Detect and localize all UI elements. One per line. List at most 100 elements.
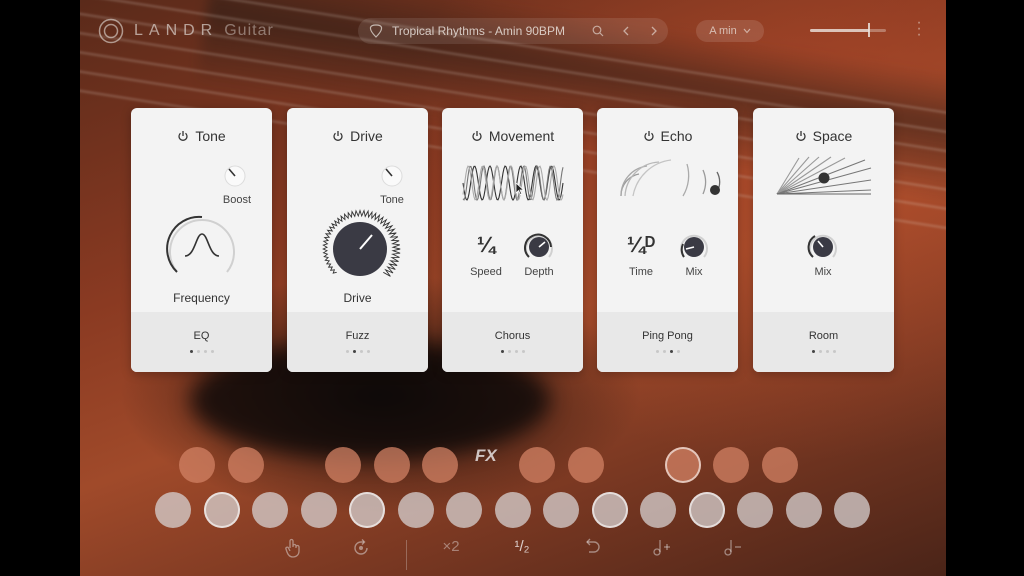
boost-knob[interactable] (223, 164, 247, 188)
touch-mode-button[interactable] (278, 538, 308, 562)
landr-logo-icon (98, 18, 124, 44)
power-icon[interactable] (795, 130, 807, 142)
effect-card-drive: Drive Tone Drive Fuzz (287, 108, 428, 372)
remove-note-button[interactable] (718, 538, 748, 560)
page-dot[interactable] (521, 350, 525, 353)
effect-card-echo: Echo ¼ᴰ Time Mix Ping Pong (597, 108, 738, 372)
speed-label: Speed (470, 266, 502, 278)
page-dot[interactable] (669, 350, 673, 353)
effect-type: Ping Pong (642, 330, 693, 342)
page-dots (287, 350, 428, 353)
card-header: Movement (442, 128, 583, 144)
more-options-button[interactable]: · · · (914, 15, 924, 43)
page-dot[interactable] (825, 350, 829, 353)
pad[interactable] (398, 492, 434, 528)
top-bar: LANDR Guitar Tropical Rhythms - Amin 90B… (80, 0, 946, 60)
card-title: Space (812, 128, 853, 144)
pad[interactable] (640, 492, 676, 528)
page-dot[interactable] (352, 350, 356, 353)
card-footer[interactable]: EQ (131, 312, 272, 372)
page-dot[interactable] (359, 350, 363, 353)
pad[interactable] (543, 492, 579, 528)
time-value[interactable]: ¼ᴰ (617, 232, 665, 258)
page-dot[interactable] (210, 350, 214, 353)
preset-selector[interactable]: Tropical Rhythms - Amin 90BPM (358, 18, 668, 44)
card-footer[interactable]: Fuzz (287, 312, 428, 372)
page-dot[interactable] (203, 350, 207, 353)
pad[interactable] (252, 492, 288, 528)
chevron-down-icon (743, 28, 751, 34)
power-icon[interactable] (332, 130, 344, 142)
note-plus-icon (653, 540, 670, 556)
card-header: Space (753, 128, 894, 144)
page-dot[interactable] (811, 350, 815, 353)
page-dot[interactable] (500, 350, 504, 353)
card-footer[interactable]: Room (753, 312, 894, 372)
power-icon[interactable] (177, 130, 189, 142)
brand-name: LANDR (134, 22, 219, 39)
previous-preset-button[interactable] (612, 18, 640, 44)
power-icon[interactable] (643, 130, 655, 142)
mix-knob[interactable] (677, 230, 711, 264)
pad[interactable] (446, 492, 482, 528)
mix-label: Mix (814, 266, 832, 278)
page-dot[interactable] (655, 350, 659, 353)
page-dot[interactable] (196, 350, 200, 353)
page-dot[interactable] (662, 350, 666, 353)
pad[interactable] (301, 492, 337, 528)
pad[interactable] (374, 447, 410, 483)
pad[interactable] (422, 447, 458, 483)
page-dot[interactable] (507, 350, 511, 353)
page-dot[interactable] (366, 350, 370, 353)
card-footer[interactable]: Ping Pong (597, 312, 738, 372)
pad[interactable] (519, 447, 555, 483)
key-selector[interactable]: A min (696, 20, 764, 42)
undo-icon (586, 538, 600, 553)
add-note-button[interactable] (647, 538, 677, 560)
tone-knob[interactable] (380, 164, 404, 188)
pad[interactable] (689, 492, 725, 528)
frequency-knob[interactable] (165, 212, 239, 286)
effect-card-movement: Movement ¼ Speed Depth Chorus (442, 108, 583, 372)
page-dot[interactable] (189, 350, 193, 353)
loop-icon (354, 539, 368, 555)
boost-label: Boost (222, 194, 252, 206)
page-dot[interactable] (514, 350, 518, 353)
page-dot[interactable] (345, 350, 349, 353)
undo-button[interactable] (577, 538, 607, 558)
pad[interactable] (179, 447, 215, 483)
pad[interactable] (495, 492, 531, 528)
double-time-button[interactable]: ×2 (436, 538, 466, 555)
pad[interactable] (834, 492, 870, 528)
pad[interactable] (592, 492, 628, 528)
pad[interactable] (325, 447, 361, 483)
speed-value[interactable]: ¼ (464, 232, 508, 258)
search-button[interactable] (584, 18, 612, 44)
next-preset-button[interactable] (640, 18, 668, 44)
drive-knob[interactable] (317, 206, 403, 292)
page-dot[interactable] (818, 350, 822, 353)
volume-handle[interactable] (868, 23, 871, 37)
pad[interactable] (737, 492, 773, 528)
effect-type: Chorus (494, 330, 531, 342)
pad-active[interactable] (665, 447, 701, 483)
page-dots (131, 350, 272, 353)
master-volume-slider[interactable] (810, 23, 886, 37)
mix-knob[interactable] (806, 230, 840, 264)
pad[interactable] (349, 492, 385, 528)
pad[interactable] (713, 447, 749, 483)
depth-knob[interactable] (522, 230, 556, 264)
pad[interactable] (762, 447, 798, 483)
chevron-left-icon (623, 26, 629, 36)
page-dot[interactable] (676, 350, 680, 353)
power-icon[interactable] (471, 130, 483, 142)
pad[interactable] (568, 447, 604, 483)
pad[interactable] (155, 492, 191, 528)
card-footer[interactable]: Chorus (442, 312, 583, 372)
pad[interactable] (228, 447, 264, 483)
page-dot[interactable] (832, 350, 836, 353)
pad[interactable] (786, 492, 822, 528)
pad[interactable] (204, 492, 240, 528)
half-time-button[interactable]: ¹/₂ (507, 538, 537, 555)
latch-button[interactable] (346, 538, 376, 562)
